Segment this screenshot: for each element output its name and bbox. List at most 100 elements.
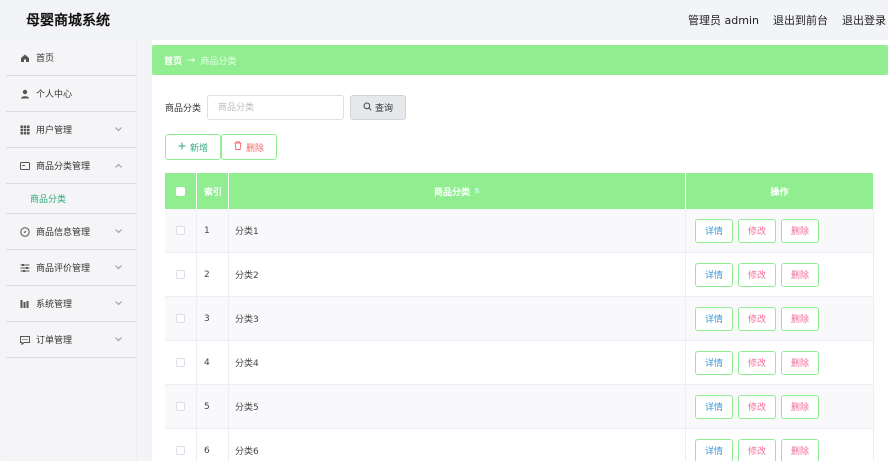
row-checkbox[interactable]: [176, 226, 185, 235]
table-row: 6 分类6 详情 修改 删除: [165, 429, 874, 461]
breadcrumb: 首页 → 商品分类: [152, 45, 888, 75]
delete-button[interactable]: 删除: [781, 218, 819, 243]
row-check-cell: [165, 385, 197, 428]
main-content: 首页 → 商品分类 商品分类 查询 新增 删除: [152, 40, 888, 461]
sidebar-item-order-mgmt[interactable]: 订单管理: [6, 322, 136, 358]
column-header-name[interactable]: 商品分类 ⇅: [229, 173, 686, 209]
sidebar-item-label: 用户管理: [36, 126, 73, 136]
category-table: 索引 商品分类 ⇅ 操作 1 分类1 详情 修改 删除 2 分类2 详情 修改 删除 3 分类3 详情修…: [165, 173, 874, 461]
detail-button[interactable]: 详情: [695, 262, 733, 287]
row-check-cell: [165, 429, 197, 461]
row-index: 3: [197, 297, 229, 340]
row-checkbox[interactable]: [176, 446, 185, 455]
bars-icon: [20, 299, 30, 309]
search-icon: [363, 101, 372, 114]
sidebar-item-system-mgmt[interactable]: 系统管理: [6, 286, 136, 322]
row-actions: 详情 修改 删除: [686, 341, 874, 384]
row-index: 1: [197, 209, 229, 252]
row-actions: 详情 修改 删除: [686, 253, 874, 296]
row-check-cell: [165, 297, 197, 340]
row-category-name: 分类4: [229, 341, 686, 384]
table-row: 5 分类5 详情 修改 删除: [165, 385, 874, 429]
row-actions: 详情 修改 删除: [686, 385, 874, 428]
trash-icon: [234, 141, 242, 153]
row-actions: 详情 修改 删除: [686, 429, 874, 461]
row-checkbox[interactable]: [176, 314, 185, 323]
plus-icon: [178, 142, 186, 153]
column-header-name-label: 商品分类: [434, 187, 471, 198]
category-search-input[interactable]: [207, 95, 345, 120]
sidebar-item-home[interactable]: 首页: [6, 40, 136, 76]
delete-button[interactable]: 删除: [781, 306, 819, 331]
batch-delete-button[interactable]: 删除: [221, 134, 277, 160]
sidebar-item-product-mgmt[interactable]: 商品信息管理: [6, 214, 136, 250]
row-index: 6: [197, 429, 229, 461]
row-index: 4: [197, 341, 229, 384]
delete-button[interactable]: 删除: [781, 350, 819, 375]
sidebar-item-label: 首页: [36, 54, 55, 64]
sort-icon[interactable]: ⇅: [474, 187, 480, 195]
top-header: 母婴商城系统 管理员 admin 退出到前台 退出登录: [0, 0, 888, 40]
grid-icon: [20, 125, 30, 135]
to-front-link[interactable]: 退出到前台: [773, 12, 828, 28]
row-category-name: 分类2: [229, 253, 686, 296]
chevron-down-icon: [115, 335, 122, 345]
edit-button[interactable]: 修改: [738, 306, 776, 331]
header-actions: 管理员 admin 退出到前台 退出登录: [688, 12, 886, 28]
logout-link[interactable]: 退出登录: [842, 12, 886, 28]
sidebar-item-label: 订单管理: [36, 336, 73, 346]
table-row: 2 分类2 详情 修改 删除: [165, 253, 874, 297]
edit-button[interactable]: 修改: [738, 218, 776, 243]
sidebar-item-label: 商品信息管理: [36, 228, 91, 238]
breadcrumb-current: 商品分类: [200, 56, 237, 67]
breadcrumb-arrow-icon: →: [187, 54, 196, 66]
detail-button[interactable]: 详情: [695, 438, 733, 461]
delete-button[interactable]: 删除: [781, 262, 819, 287]
row-index: 5: [197, 385, 229, 428]
search-bar: 商品分类 查询: [165, 95, 407, 120]
breadcrumb-home[interactable]: 首页: [164, 54, 182, 67]
search-button[interactable]: 查询: [350, 95, 407, 120]
row-checkbox[interactable]: [176, 402, 185, 411]
action-bar: 新增 删除: [165, 134, 277, 160]
add-button[interactable]: 新增: [165, 134, 221, 160]
detail-button[interactable]: 详情: [695, 394, 733, 419]
current-user-label: 管理员 admin: [688, 14, 759, 27]
delete-button[interactable]: 删除: [781, 438, 819, 461]
row-checkbox[interactable]: [176, 358, 185, 367]
add-button-label: 新增: [189, 143, 208, 154]
chat-icon: [20, 335, 30, 345]
table-body: 1 分类1 详情 修改 删除 2 分类2 详情 修改 删除 3 分类3 详情 修改 删除 4 分类4 详情 修改 删除…: [165, 209, 874, 461]
row-category-name: 分类1: [229, 209, 686, 252]
delete-button-label: 删除: [245, 143, 264, 154]
sidebar-item-label: 个人中心: [36, 90, 73, 100]
sidebar-subitem-category[interactable]: 商品分类: [6, 184, 136, 214]
chevron-up-icon: [115, 161, 122, 171]
row-index: 2: [197, 253, 229, 296]
sidebar-item-review-mgmt[interactable]: 商品评价管理: [6, 250, 136, 286]
column-header-ops: 操作: [686, 173, 874, 209]
edit-button[interactable]: 修改: [738, 438, 776, 461]
sidebar-item-profile[interactable]: 个人中心: [6, 76, 136, 112]
delete-button[interactable]: 删除: [781, 394, 819, 419]
sidebar: 首页 个人中心 用户管理 商品分类管理 商品分类 商品信息管理 商品评价管理 系…: [6, 40, 137, 461]
detail-button[interactable]: 详情: [695, 306, 733, 331]
chevron-down-icon: [115, 299, 122, 309]
edit-button[interactable]: 修改: [738, 394, 776, 419]
row-check-cell: [165, 341, 197, 384]
chevron-down-icon: [115, 125, 122, 135]
sidebar-item-users[interactable]: 用户管理: [6, 112, 136, 148]
row-check-cell: [165, 253, 197, 296]
detail-button[interactable]: 详情: [695, 350, 733, 375]
edit-button[interactable]: 修改: [738, 262, 776, 287]
sidebar-item-category-mgmt[interactable]: 商品分类管理: [6, 148, 136, 184]
home-icon: [20, 53, 30, 63]
search-label: 商品分类: [165, 104, 202, 114]
card-icon: [20, 161, 30, 171]
row-category-name: 分类5: [229, 385, 686, 428]
edit-button[interactable]: 修改: [738, 350, 776, 375]
detail-button[interactable]: 详情: [695, 218, 733, 243]
table-row: 4 分类4 详情 修改 删除: [165, 341, 874, 385]
select-all-checkbox[interactable]: [176, 186, 185, 196]
row-checkbox[interactable]: [176, 270, 185, 279]
